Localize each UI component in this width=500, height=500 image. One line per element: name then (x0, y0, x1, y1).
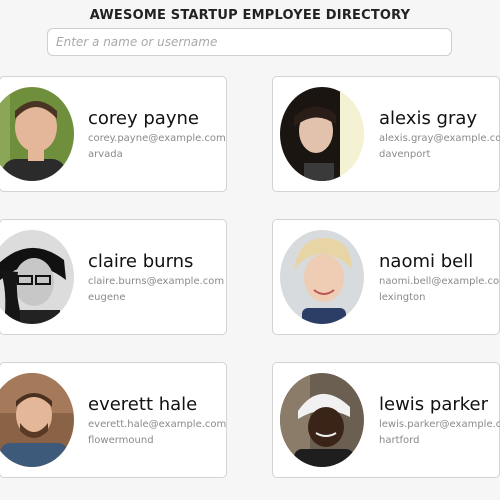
avatar (0, 87, 74, 181)
employee-card[interactable]: lewis parker lewis.parker@example.com ha… (272, 362, 500, 478)
page-title: AWESOME STARTUP EMPLOYEE DIRECTORY (89, 8, 411, 23)
employee-email: everett.hale@example.com (88, 419, 227, 430)
avatar (280, 373, 364, 467)
employee-name: alexis gray (379, 108, 478, 129)
employee-city: davenport (379, 149, 431, 160)
employee-card[interactable]: naomi bell naomi.bell@example.com lexing… (272, 219, 500, 335)
employee-name: naomi bell (379, 251, 474, 272)
avatar (0, 230, 74, 324)
avatar (280, 87, 364, 181)
employee-name: claire burns (88, 251, 194, 272)
employee-email: naomi.bell@example.com (379, 276, 500, 287)
employee-city: flowermound (88, 435, 154, 446)
employee-email: corey.payne@example.com (88, 133, 226, 144)
employee-name: everett hale (88, 394, 198, 415)
employee-city: lexington (379, 292, 426, 303)
employee-card[interactable]: everett hale everett.hale@example.com fl… (0, 362, 227, 478)
employee-email: claire.burns@example.com (88, 276, 225, 287)
employee-card[interactable]: alexis gray alexis.gray@example.com dave… (272, 76, 500, 192)
employee-city: arvada (88, 149, 123, 160)
avatar (0, 373, 74, 467)
search-input[interactable] (47, 28, 452, 56)
employee-email: lewis.parker@example.com (379, 419, 500, 430)
employee-card[interactable]: claire burns claire.burns@example.com eu… (0, 219, 227, 335)
employee-city: hartford (379, 435, 420, 446)
employee-card[interactable]: corey payne corey.payne@example.com arva… (0, 76, 227, 192)
employee-name: lewis parker (379, 394, 489, 415)
employee-name: corey payne (88, 108, 199, 129)
avatar (280, 230, 364, 324)
employee-email: alexis.gray@example.com (379, 133, 500, 144)
employee-city: eugene (88, 292, 126, 303)
